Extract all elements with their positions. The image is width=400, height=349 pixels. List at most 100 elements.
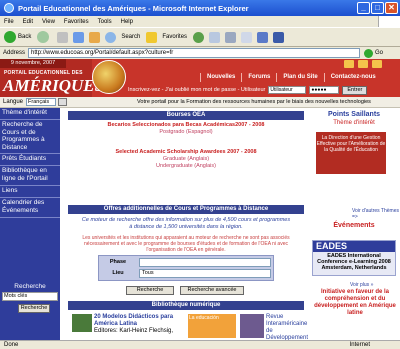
username-input[interactable]: Utilisateur (268, 86, 307, 94)
status-bar: Done Internet (0, 340, 400, 349)
close-button[interactable]: ✕ (385, 2, 398, 14)
book-cover-2[interactable]: La educación (188, 314, 236, 338)
library-item-3-title[interactable]: Revue Interaméricaine de Développement (266, 314, 308, 340)
ie-logo-icon (4, 3, 14, 13)
menu-edit[interactable]: Edit (23, 19, 33, 25)
home-icon[interactable] (89, 31, 101, 43)
address-input[interactable]: http://www.educoas.org/Portal/default.as… (28, 48, 361, 58)
edit-icon[interactable] (241, 31, 253, 43)
highlights-title: Points Saillants (327, 111, 381, 118)
oas-seal-icon (92, 60, 126, 94)
sidebar-item-library[interactable]: Bibliothèque en ligne de l'Portail (0, 166, 60, 186)
book-cover-1[interactable] (72, 314, 92, 332)
initiative-link[interactable]: Initiative en faveur de la compréhension… (312, 289, 398, 317)
more-events-link[interactable]: Voir plus » (350, 282, 373, 288)
library-item-1-title[interactable]: 20 Modelos Didácticos para América Latin… (94, 314, 182, 328)
distance-description-2: à distance de 1,500 universités dans la … (129, 224, 243, 230)
sidebar-item-student-loans[interactable]: Prêts Étudiants (0, 154, 60, 166)
menu-tools[interactable]: Tools (98, 19, 112, 25)
right-column: Points Saillants Thème d'intérêt La Dire… (308, 108, 400, 340)
sidebar-item-theme[interactable]: Thème d'intérêt (0, 108, 60, 120)
language-select[interactable]: Français (26, 98, 57, 106)
back-button[interactable]: Back (4, 31, 31, 43)
history-icon[interactable] (193, 31, 205, 43)
discuss-icon[interactable] (257, 31, 269, 43)
email-icon[interactable] (344, 60, 354, 68)
status-text: Done (4, 342, 19, 348)
course-search-button[interactable]: Recherche (126, 286, 174, 295)
sidebar-item-links[interactable]: Liens (0, 186, 60, 198)
security-zone: Internet (349, 342, 370, 348)
menu-file[interactable]: File (4, 19, 14, 25)
logo-title: AMÉRIQUES (3, 76, 105, 95)
scholarship-sub-postgrado[interactable]: Postgrado (Espagnol) (68, 129, 304, 136)
toolbar: Back Search Favorites (0, 27, 400, 47)
search-label: Recherche (14, 283, 46, 290)
go-button[interactable]: Go (364, 48, 383, 58)
phase-label: Phase (109, 259, 127, 265)
help-icon[interactable] (372, 60, 382, 68)
menu-bar: File Edit View Favorites Tools Help (0, 16, 400, 27)
maximize-button[interactable]: □ (371, 2, 384, 14)
windows-flag-icon (378, 16, 400, 27)
scholarship-link-spanish[interactable]: Becarios Seleccionados para Becas Académ… (68, 122, 304, 129)
window-title-bar: Portail Educationnel des Amériques - Mic… (0, 0, 400, 16)
more-themes-link[interactable]: Voir d'autres Thèmes => (352, 208, 400, 220)
favorites-button[interactable]: Favorites (146, 31, 188, 43)
site-logo[interactable]: 9 novembre, 2007 PORTAIL EDUCATIONNEL DE… (0, 59, 104, 99)
nav-contact[interactable]: Contactez-nous (323, 73, 382, 82)
address-label: Address (3, 50, 26, 56)
event-banner[interactable]: EADES EADES International Conference e-L… (312, 240, 396, 276)
location-select[interactable]: Tous (139, 269, 271, 278)
back-label: Back (18, 34, 32, 40)
top-navigation: Nouvelles Forums Plan du Site Contactez-… (200, 73, 382, 82)
mail-icon[interactable] (209, 31, 221, 43)
print-icon[interactable] (225, 31, 237, 43)
current-date: 9 novembre, 2007 (0, 59, 66, 68)
menu-view[interactable]: View (42, 19, 55, 25)
star-icon (146, 31, 158, 43)
section-header-scholarships: Bourses OEA (68, 111, 304, 120)
scholarship-sub-graduate[interactable]: Graduate (Anglais) (68, 156, 304, 163)
top-icons (340, 60, 382, 68)
nav-news[interactable]: Nouvelles (200, 73, 241, 82)
favorites-label: Favorites (162, 34, 188, 40)
address-bar: Address http://www.educoas.org/Portal/de… (0, 47, 400, 59)
login-row: Inscrivez-vez - J'ai oublié mon mot de p… (128, 85, 400, 95)
login-button[interactable]: Entrer (342, 85, 368, 95)
advanced-search-button[interactable]: Recherche avancée (180, 286, 244, 295)
forward-button[interactable] (37, 31, 51, 43)
window-title: Portail Educationnel des Amériques - Mic… (18, 3, 249, 13)
stop-icon[interactable] (57, 31, 69, 43)
sidebar-item-course-search[interactable]: Recherche de Cours et de Programmes à Di… (0, 120, 60, 154)
events-title: Événements (333, 222, 375, 229)
scholarship-link-english[interactable]: Selected Academic Scholarship Awardees 2… (68, 149, 304, 156)
go-arrow-icon (364, 48, 374, 58)
nav-sitemap[interactable]: Plan du Site (276, 73, 323, 82)
section-header-digital-library: Bibliothèque numérique (68, 301, 304, 310)
nav-forums[interactable]: Forums (241, 73, 276, 82)
sidebar-search-button[interactable]: Recherche (18, 304, 50, 313)
search-label: Search (121, 34, 141, 40)
book-cover-3[interactable] (240, 314, 264, 338)
login-links[interactable]: Inscrivez-vez - J'ai oublié mon mot de p… (128, 87, 265, 93)
language-go-button[interactable] (58, 98, 68, 106)
minimize-button[interactable]: _ (357, 2, 370, 14)
menu-help[interactable]: Help (121, 19, 133, 25)
featured-theme-banner[interactable]: La Direction d'une Gestion Effective pou… (316, 132, 386, 174)
print-page-icon[interactable] (358, 60, 368, 68)
password-input[interactable]: ●●●●● (309, 86, 340, 94)
phase-input[interactable] (139, 258, 271, 267)
sidebar-search-input[interactable]: Mots clés (2, 292, 58, 301)
event-description: EADES International Conference e-Learnin… (317, 253, 391, 271)
site-tagline: Votre portail pour la Formation des ress… (137, 99, 371, 105)
messenger-icon[interactable] (273, 31, 285, 43)
scholarship-sub-undergraduate[interactable]: Undergraduate (Anglais) (68, 163, 304, 170)
search-button[interactable]: Search (105, 31, 141, 43)
sidebar-item-calendar[interactable]: Calendrier des Événements (0, 198, 60, 218)
menu-favorites[interactable]: Favorites (64, 19, 89, 25)
forward-arrow-icon (37, 31, 50, 43)
web-page: 9 novembre, 2007 PORTAIL EDUCATIONNEL DE… (0, 59, 400, 340)
refresh-icon[interactable] (73, 31, 85, 43)
language-label: Langue (3, 99, 24, 105)
